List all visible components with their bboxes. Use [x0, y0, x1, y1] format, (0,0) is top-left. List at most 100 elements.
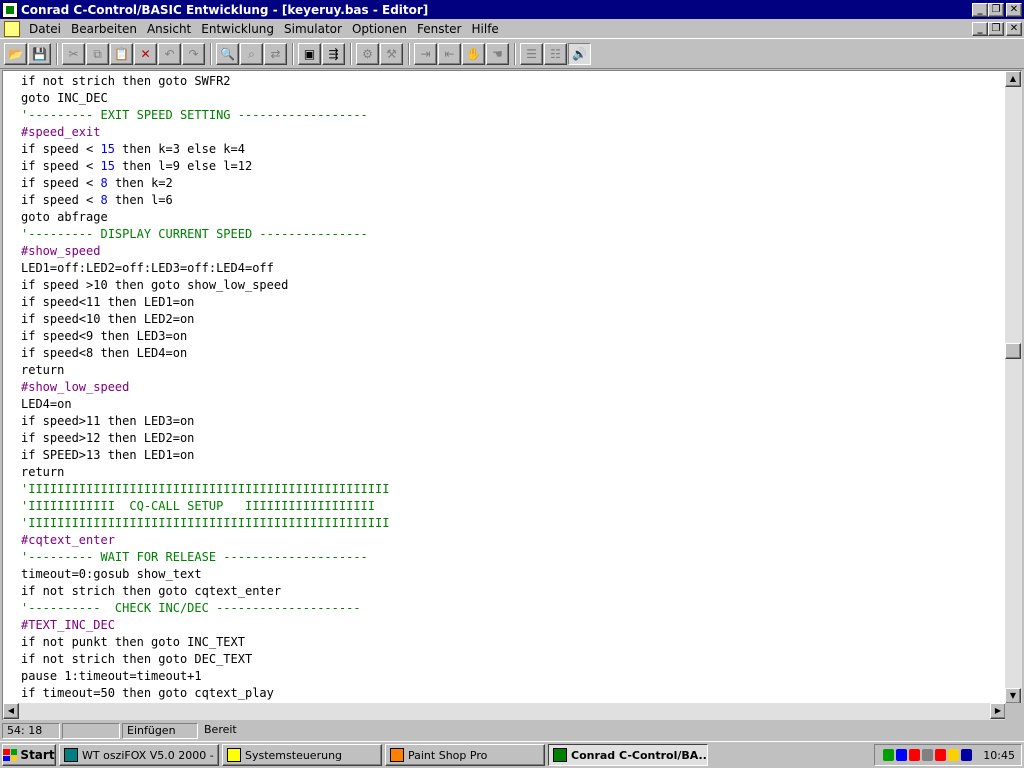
menu-hilfe[interactable]: Hilfe [467, 22, 504, 36]
code-line[interactable]: if speed < 8 then k=2 [21, 175, 1006, 192]
code-line[interactable]: if timeout=50 then goto cqtext_play [21, 685, 1006, 702]
code-line[interactable]: if speed>12 then LED2=on [21, 430, 1006, 447]
code-line[interactable]: if speed>11 then LED3=on [21, 413, 1006, 430]
save-button[interactable]: 💾 [28, 42, 51, 65]
find-next-button[interactable]: ⌕ [240, 42, 263, 65]
code-line[interactable]: LED4=on [21, 396, 1006, 413]
code-editor[interactable]: if not strich then goto SWFR2 goto INC_DE… [2, 70, 1022, 720]
paste-button[interactable]: 📋 [110, 42, 133, 65]
code-line[interactable]: if speed<8 then LED4=on [21, 345, 1006, 362]
document-icon[interactable] [4, 20, 20, 37]
tray-app-icon[interactable] [909, 749, 921, 761]
hand-button[interactable]: ☚ [486, 42, 509, 65]
code-line[interactable]: if speed<10 then LED2=on [21, 311, 1006, 328]
code-line[interactable]: '--------- EXIT SPEED SETTING ----------… [21, 107, 1006, 124]
tray-app-icon[interactable] [922, 749, 934, 761]
debug-step-button[interactable]: ⚒ [380, 42, 403, 65]
menu-simulator[interactable]: Simulator [279, 22, 347, 36]
scroll-down-arrow-icon[interactable]: ▼ [1005, 688, 1021, 704]
taskbar-button[interactable]: WT osziFOX V5.0 2000 - ... [59, 744, 219, 766]
code-line[interactable]: if speed >10 then goto show_low_speed [21, 277, 1006, 294]
code-line[interactable]: '---------- CHECK INC/DEC --------------… [21, 600, 1006, 617]
tray-app-icon[interactable] [935, 749, 947, 761]
menu-datei[interactable]: Datei [24, 22, 66, 36]
debug-button[interactable]: ⚙ [356, 42, 379, 65]
taskbar-button[interactable]: Paint Shop Pro [385, 744, 545, 766]
tray-app-icon[interactable] [948, 749, 960, 761]
code-line[interactable]: if speed<11 then LED1=on [21, 294, 1006, 311]
vertical-scrollbar[interactable]: ▲ ▼ [1005, 71, 1022, 704]
vertical-scroll-thumb[interactable] [1005, 343, 1021, 359]
code-line[interactable]: pause 1:timeout=timeout+1 [21, 668, 1006, 685]
scroll-left-arrow-icon[interactable]: ◀ [3, 703, 19, 719]
tray-app-icon[interactable] [883, 749, 895, 761]
tray-app-icon[interactable] [961, 749, 973, 761]
menu-ansicht[interactable]: Ansicht [142, 22, 196, 36]
compile-button[interactable]: ▣ [298, 42, 321, 65]
close-button[interactable]: ✕ [1006, 2, 1022, 17]
code-line[interactable]: if speed < 8 then l=6 [21, 192, 1006, 209]
speaker-button[interactable]: 🔊 [568, 42, 591, 65]
code-line[interactable]: #show_low_speed [21, 379, 1006, 396]
list-button[interactable]: ☰ [520, 42, 543, 65]
clock[interactable]: 10:45 [983, 749, 1015, 762]
app-icon[interactable] [2, 1, 18, 18]
code-line[interactable]: if speed<9 then LED3=on [21, 328, 1006, 345]
horizontal-scrollbar[interactable]: ◀ ▶ [3, 703, 1006, 720]
list2-button[interactable]: ☷ [544, 42, 567, 65]
code-line[interactable]: if not strich then goto SWFR2 [21, 73, 1006, 90]
stop-hand-button[interactable]: ✋ [462, 42, 485, 65]
code-line[interactable]: 'IIIIIIIIIIII CQ-CALL SETUP IIIIIIIIIIII… [21, 498, 1006, 515]
taskbar-button[interactable]: Conrad C-Control/BA... [548, 744, 708, 766]
menu-entwicklung[interactable]: Entwicklung [196, 22, 279, 36]
code-line[interactable]: if speed < 15 then l=9 else l=12 [21, 158, 1006, 175]
code-text[interactable]: if not strich then goto SWFR2 goto INC_DE… [3, 71, 1006, 704]
windows-logo-icon [3, 749, 18, 761]
delete-button[interactable]: ✕ [134, 42, 157, 65]
code-line[interactable]: '--------- DISPLAY CURRENT SPEED -------… [21, 226, 1006, 243]
code-line[interactable]: LED1=off:LED2=off:LED3=off:LED4=off [21, 260, 1006, 277]
cut-button[interactable]: ✂ [62, 42, 85, 65]
code-line[interactable]: 'IIIIIIIIIIIIIIIIIIIIIIIIIIIIIIIIIIIIIII… [21, 515, 1006, 532]
code-line[interactable]: #TEXT_INC_DEC [21, 617, 1006, 634]
code-line[interactable]: return [21, 362, 1006, 379]
code-line[interactable]: return [21, 464, 1006, 481]
menu-optionen[interactable]: Optionen [347, 22, 412, 36]
code-line[interactable]: #speed_exit [21, 124, 1006, 141]
indent-button[interactable]: ⇥ [414, 42, 437, 65]
outdent-button[interactable]: ⇤ [438, 42, 461, 65]
code-line[interactable]: if not strich then goto cqtext_enter [21, 583, 1006, 600]
restore-button[interactable]: ❐ [988, 2, 1004, 17]
scroll-right-arrow-icon[interactable]: ▶ [990, 703, 1006, 719]
tray-app-icon[interactable] [896, 749, 908, 761]
open-button[interactable]: 📂 [4, 42, 27, 65]
code-line[interactable]: timeout=0:gosub show_text [21, 566, 1006, 583]
doc-close-button[interactable]: ✕ [1006, 21, 1022, 36]
scroll-up-arrow-icon[interactable]: ▲ [1005, 71, 1021, 87]
undo-button[interactable]: ↶ [158, 42, 181, 65]
start-button[interactable]: Start [2, 744, 56, 766]
code-line[interactable]: #cqtext_enter [21, 532, 1006, 549]
code-line[interactable]: 'IIIIIIIIIIIIIIIIIIIIIIIIIIIIIIIIIIIIIII… [21, 481, 1006, 498]
copy-button[interactable]: ⧉ [86, 42, 109, 65]
replace-button[interactable]: ⇄ [264, 42, 287, 65]
task-app-icon [553, 748, 567, 762]
taskbar-button[interactable]: Systemsteuerung [222, 744, 382, 766]
minimize-button[interactable]: _ [972, 2, 988, 17]
menu-fenster[interactable]: Fenster [412, 22, 467, 36]
code-line[interactable]: if SPEED>13 then LED1=on [21, 447, 1006, 464]
menu-bearbeiten[interactable]: Bearbeiten [66, 22, 142, 36]
code-line[interactable]: if not punkt then goto INC_TEXT [21, 634, 1006, 651]
doc-restore-button[interactable]: ❐ [988, 21, 1004, 36]
title-bar[interactable]: Conrad C-Control/BASIC Entwicklung - [ke… [0, 0, 1024, 19]
code-line[interactable]: if not strich then goto DEC_TEXT [21, 651, 1006, 668]
code-line[interactable]: goto INC_DEC [21, 90, 1006, 107]
transfer-button[interactable]: ⇶ [322, 42, 345, 65]
redo-button[interactable]: ↷ [182, 42, 205, 65]
code-line[interactable]: if speed < 15 then k=3 else k=4 [21, 141, 1006, 158]
code-line[interactable]: goto abfrage [21, 209, 1006, 226]
code-line[interactable]: #show_speed [21, 243, 1006, 260]
code-line[interactable]: '--------- WAIT FOR RELEASE ------------… [21, 549, 1006, 566]
doc-minimize-button[interactable]: _ [972, 21, 988, 36]
find-button[interactable]: 🔍 [216, 42, 239, 65]
